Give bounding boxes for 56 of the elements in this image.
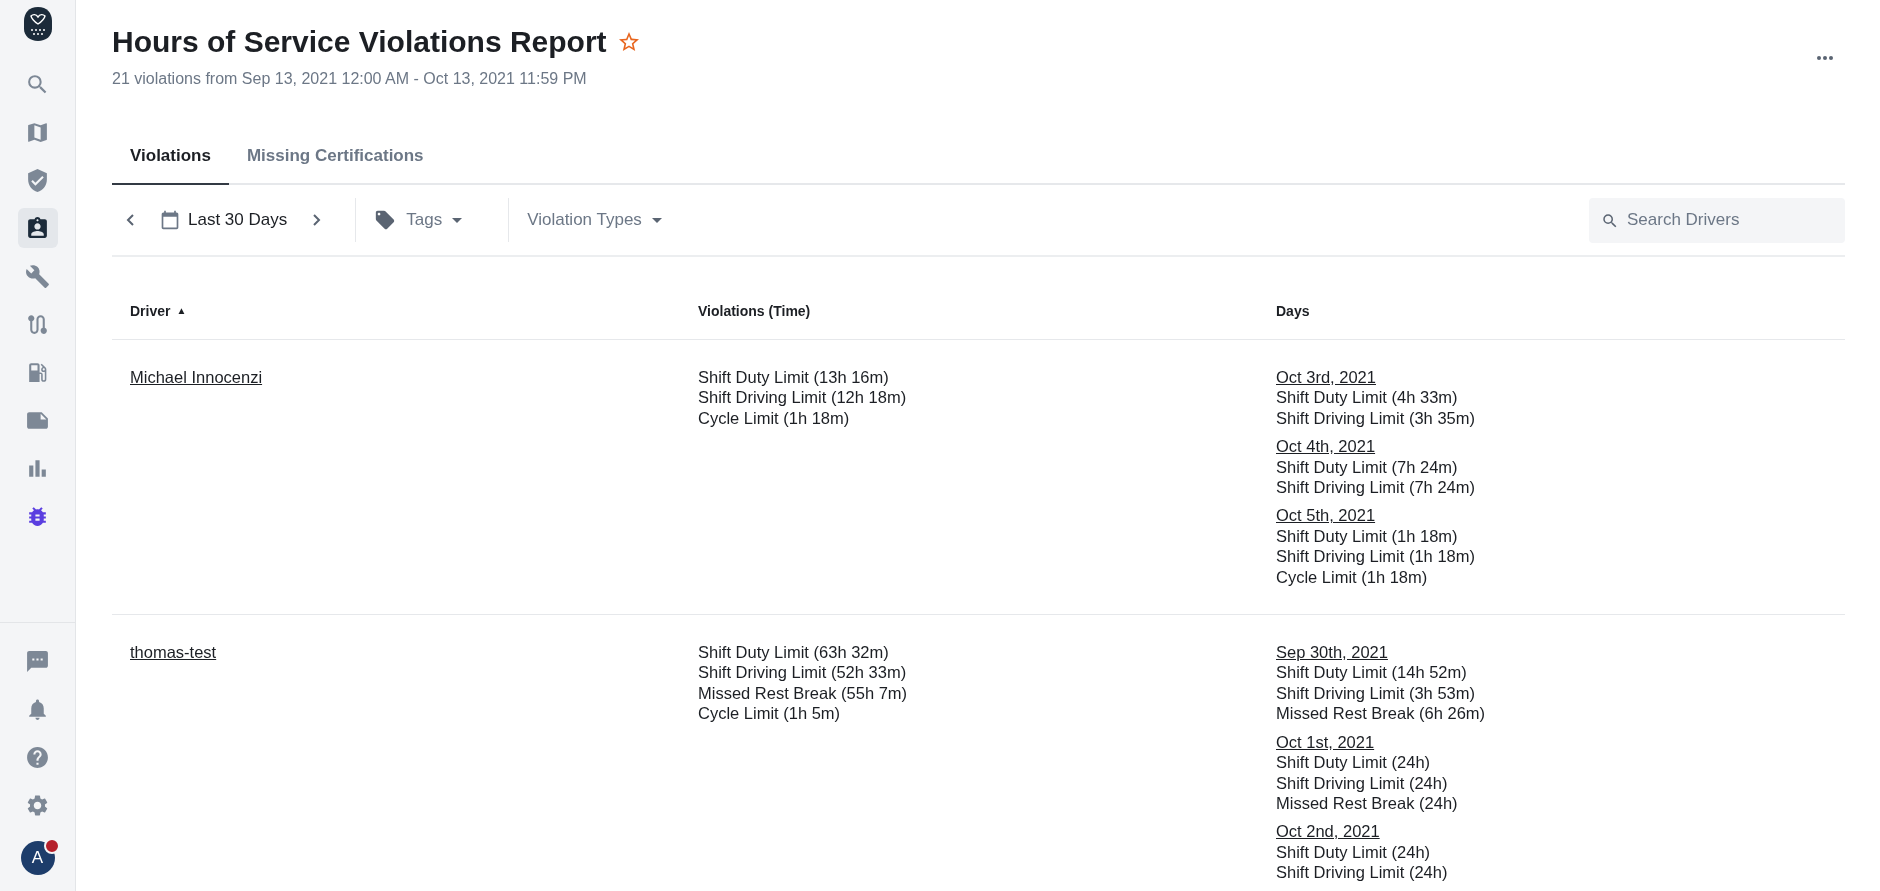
more-icon — [1817, 56, 1833, 60]
violation-text: Cycle Limit (1h 18m) — [1276, 566, 1428, 588]
wrench-icon — [25, 263, 50, 289]
violation-text: Shift Driving Limit (24h) — [1276, 772, 1448, 793]
violation-text: Shift Driving Limit (24h) — [1276, 862, 1448, 883]
column-header[interactable]: Violations (Time) — [680, 257, 1258, 340]
star-icon[interactable] — [616, 30, 641, 54]
caret-icon — [452, 217, 463, 223]
page-title: Hours of Service Violations Report — [112, 24, 607, 60]
violation-text: Missed Rest Break (55h 7m) — [698, 682, 908, 704]
day-link[interactable]: Oct 3rd, 2021 — [1276, 367, 1376, 388]
chevron-right-icon — [313, 214, 322, 226]
violation-text: Cycle Limit (1h 5m) — [698, 703, 841, 724]
violation-text: Shift Duty Limit (24h) — [1276, 752, 1431, 773]
page-subtitle: 21 violations from Sep 13, 2021 12:00 AM - Oct 13, 2021 11:59 PM — [112, 69, 588, 89]
tag-icon — [374, 209, 397, 231]
help-icon — [25, 744, 50, 770]
chat-icon — [25, 648, 50, 674]
search-icon — [1601, 211, 1619, 230]
date-range-button[interactable]: Last 30 Days — [148, 204, 300, 236]
violation-text: Shift Duty Limit (1h 18m) — [1276, 525, 1458, 547]
calendar-icon — [160, 210, 180, 230]
day-link[interactable]: Sep 30th, 2021 — [1276, 642, 1388, 663]
day-link[interactable]: Oct 4th, 2021 — [1276, 436, 1376, 457]
tab[interactable]: Missing Certifications — [228, 129, 442, 185]
id-badge-icon — [25, 215, 50, 241]
driver-link[interactable]: thomas-test — [130, 642, 217, 663]
column-header[interactable]: Days — [1258, 257, 1845, 340]
shield-check-icon — [25, 167, 50, 193]
tab[interactable]: Violations — [112, 129, 229, 185]
violation-text: Missed Rest Break (24h) — [1276, 792, 1458, 814]
violation-text: Cycle Limit (1h 18m) — [698, 407, 850, 429]
violation-text: Shift Duty Limit (13h 16m) — [698, 367, 889, 388]
violation-text: Shift Driving Limit (3h 35m) — [1276, 407, 1475, 429]
sidebar-nav-button[interactable] — [17, 208, 58, 248]
violation-text: Shift Duty Limit (4h 33m) — [1276, 387, 1458, 408]
day-link[interactable]: Oct 1st, 2021 — [1276, 731, 1375, 753]
violation-text: Shift Driving Limit (52h 33m) — [698, 662, 907, 683]
violation-text: Shift Driving Limit (12h 18m) — [698, 387, 907, 408]
violation-text: Shift Duty Limit (7h 24m) — [1276, 456, 1458, 478]
chevron-left-icon — [126, 214, 134, 226]
day-link[interactable]: Oct 5th, 2021 — [1276, 505, 1376, 526]
violation-text: Shift Duty Limit (63h 32m) — [698, 642, 889, 663]
caret-icon — [651, 217, 662, 223]
filter-dropdown[interactable]: Tags — [374, 203, 463, 237]
violation-text: Shift Duty Limit (24h) — [1276, 841, 1431, 863]
driver-link[interactable]: Michael Innocenzi — [130, 367, 263, 388]
search-field[interactable]: Search Drivers — [1589, 197, 1845, 243]
column-header[interactable]: Driver ▲ — [112, 257, 680, 340]
filter-dropdown[interactable]: Violation Types — [527, 204, 662, 236]
violation-text: Shift Driving Limit (3h 53m) — [1276, 682, 1475, 704]
violation-text: Shift Driving Limit (7h 24m) — [1276, 477, 1475, 498]
violation-text: Shift Duty Limit (14h 52m) — [1276, 662, 1467, 683]
violation-text: Missed Rest Break (6h 26m) — [1276, 703, 1486, 724]
violation-text: Shift Driving Limit (1h 18m) — [1276, 546, 1475, 567]
day-link[interactable]: Oct 2nd, 2021 — [1276, 821, 1380, 842]
